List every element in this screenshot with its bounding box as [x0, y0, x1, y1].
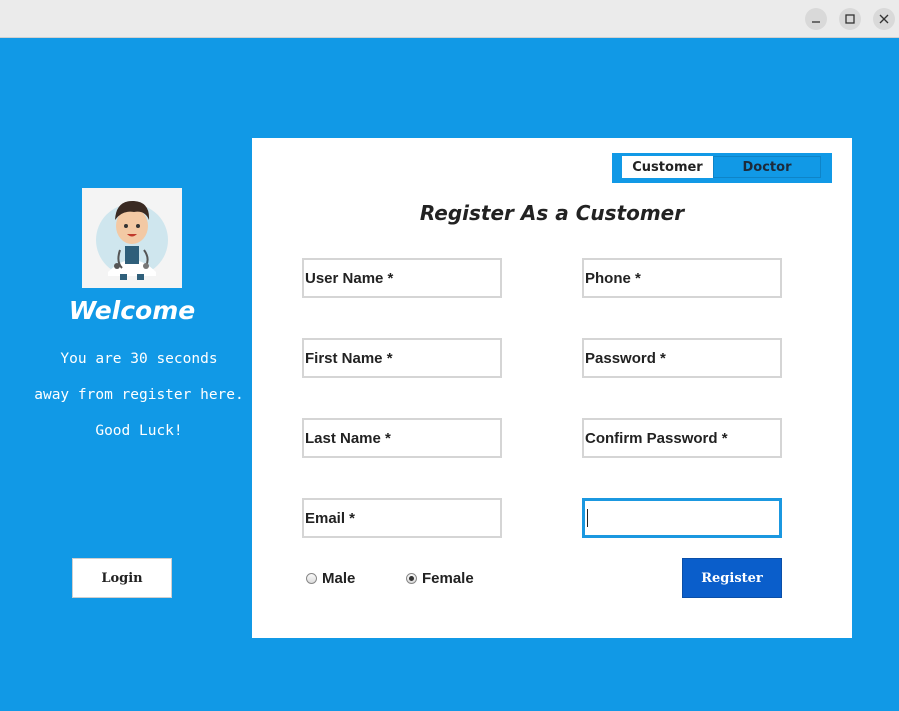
maximize-icon — [845, 14, 855, 24]
window-titlebar — [0, 0, 899, 38]
gender-female-label: Female — [422, 570, 474, 587]
register-button[interactable]: Register — [682, 558, 782, 598]
email-field[interactable]: Email * — [302, 498, 502, 538]
tab-doctor[interactable]: Doctor — [713, 156, 821, 178]
username-field[interactable]: User Name * — [302, 258, 502, 298]
first-name-field[interactable]: First Name * — [302, 338, 502, 378]
confirm-password-field[interactable]: Confirm Password * — [582, 418, 782, 458]
phone-field[interactable]: Phone * — [582, 258, 782, 298]
radio-selected-icon — [406, 573, 417, 584]
welcome-message-line-2: away from register here. — [34, 387, 244, 403]
welcome-message-line-3: Good Luck! — [95, 423, 183, 439]
doctor-avatar-icon — [96, 200, 168, 280]
minimize-button[interactable] — [805, 8, 827, 30]
welcome-title: Welcome — [68, 296, 196, 325]
registration-panel: Customer Doctor Register As a Customer U… — [252, 138, 852, 638]
password-field[interactable]: Password * — [582, 338, 782, 378]
radio-unselected-icon — [306, 573, 317, 584]
close-icon — [879, 14, 889, 24]
page-title: Register As a Customer — [419, 201, 685, 225]
focused-input-field[interactable] — [582, 498, 782, 538]
maximize-button[interactable] — [839, 8, 861, 30]
doctor-avatar — [82, 188, 182, 288]
minimize-icon — [812, 21, 820, 23]
close-button[interactable] — [873, 8, 895, 30]
login-button[interactable]: Login — [72, 558, 172, 598]
tab-customer[interactable]: Customer — [622, 156, 713, 178]
gender-female-radio[interactable]: Female — [406, 570, 474, 587]
text-caret — [587, 509, 588, 527]
last-name-field[interactable]: Last Name * — [302, 418, 502, 458]
role-toggle: Customer Doctor — [612, 153, 832, 183]
welcome-message-line-1: You are 30 seconds — [60, 351, 218, 367]
gender-male-label: Male — [322, 570, 356, 587]
gender-male-radio[interactable]: Male — [306, 570, 355, 587]
